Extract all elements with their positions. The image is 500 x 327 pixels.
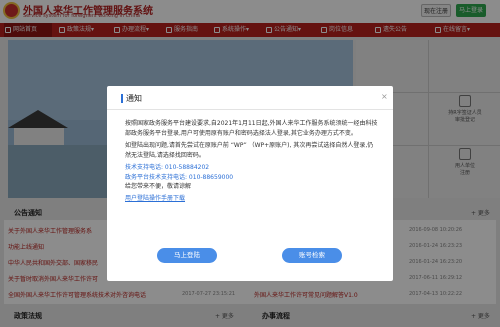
notice-modal: 通知 × 按照国家政务服务平台建设要求,自2021年1月11日起,外国人来华工作… [107, 86, 393, 281]
close-icon[interactable]: × [381, 92, 388, 101]
modal-body: 按照国家政务服务平台建设要求,自2021年1月11日起,外国人来华工作服务系统须… [125, 119, 379, 203]
modal-paragraph: 如登陆出现问题,请首先尝试在原账户前 “WP” （WP+原账户), 其次再尝试选… [125, 142, 374, 159]
modal-login-button[interactable]: 马上登陆 [157, 248, 217, 263]
modal-header: 通知 × [107, 86, 393, 110]
manual-download-link[interactable]: 用户登陆操作手册下载 [125, 195, 185, 202]
support-phone: 技术支持电话: 010-58884202 [125, 164, 210, 171]
modal-paragraph: 按照国家政务服务平台建设要求,自2021年1月11日起,外国人来华工作服务系统须… [125, 120, 378, 137]
platform-support-phone: 政务平台技术支持电话: 010-88659000 [125, 173, 234, 181]
account-recovery-button[interactable]: 账号检索 [282, 248, 342, 263]
apology-text: 给您带来不便，敬请谅解 [125, 183, 192, 190]
modal-title: 通知 [126, 94, 142, 103]
